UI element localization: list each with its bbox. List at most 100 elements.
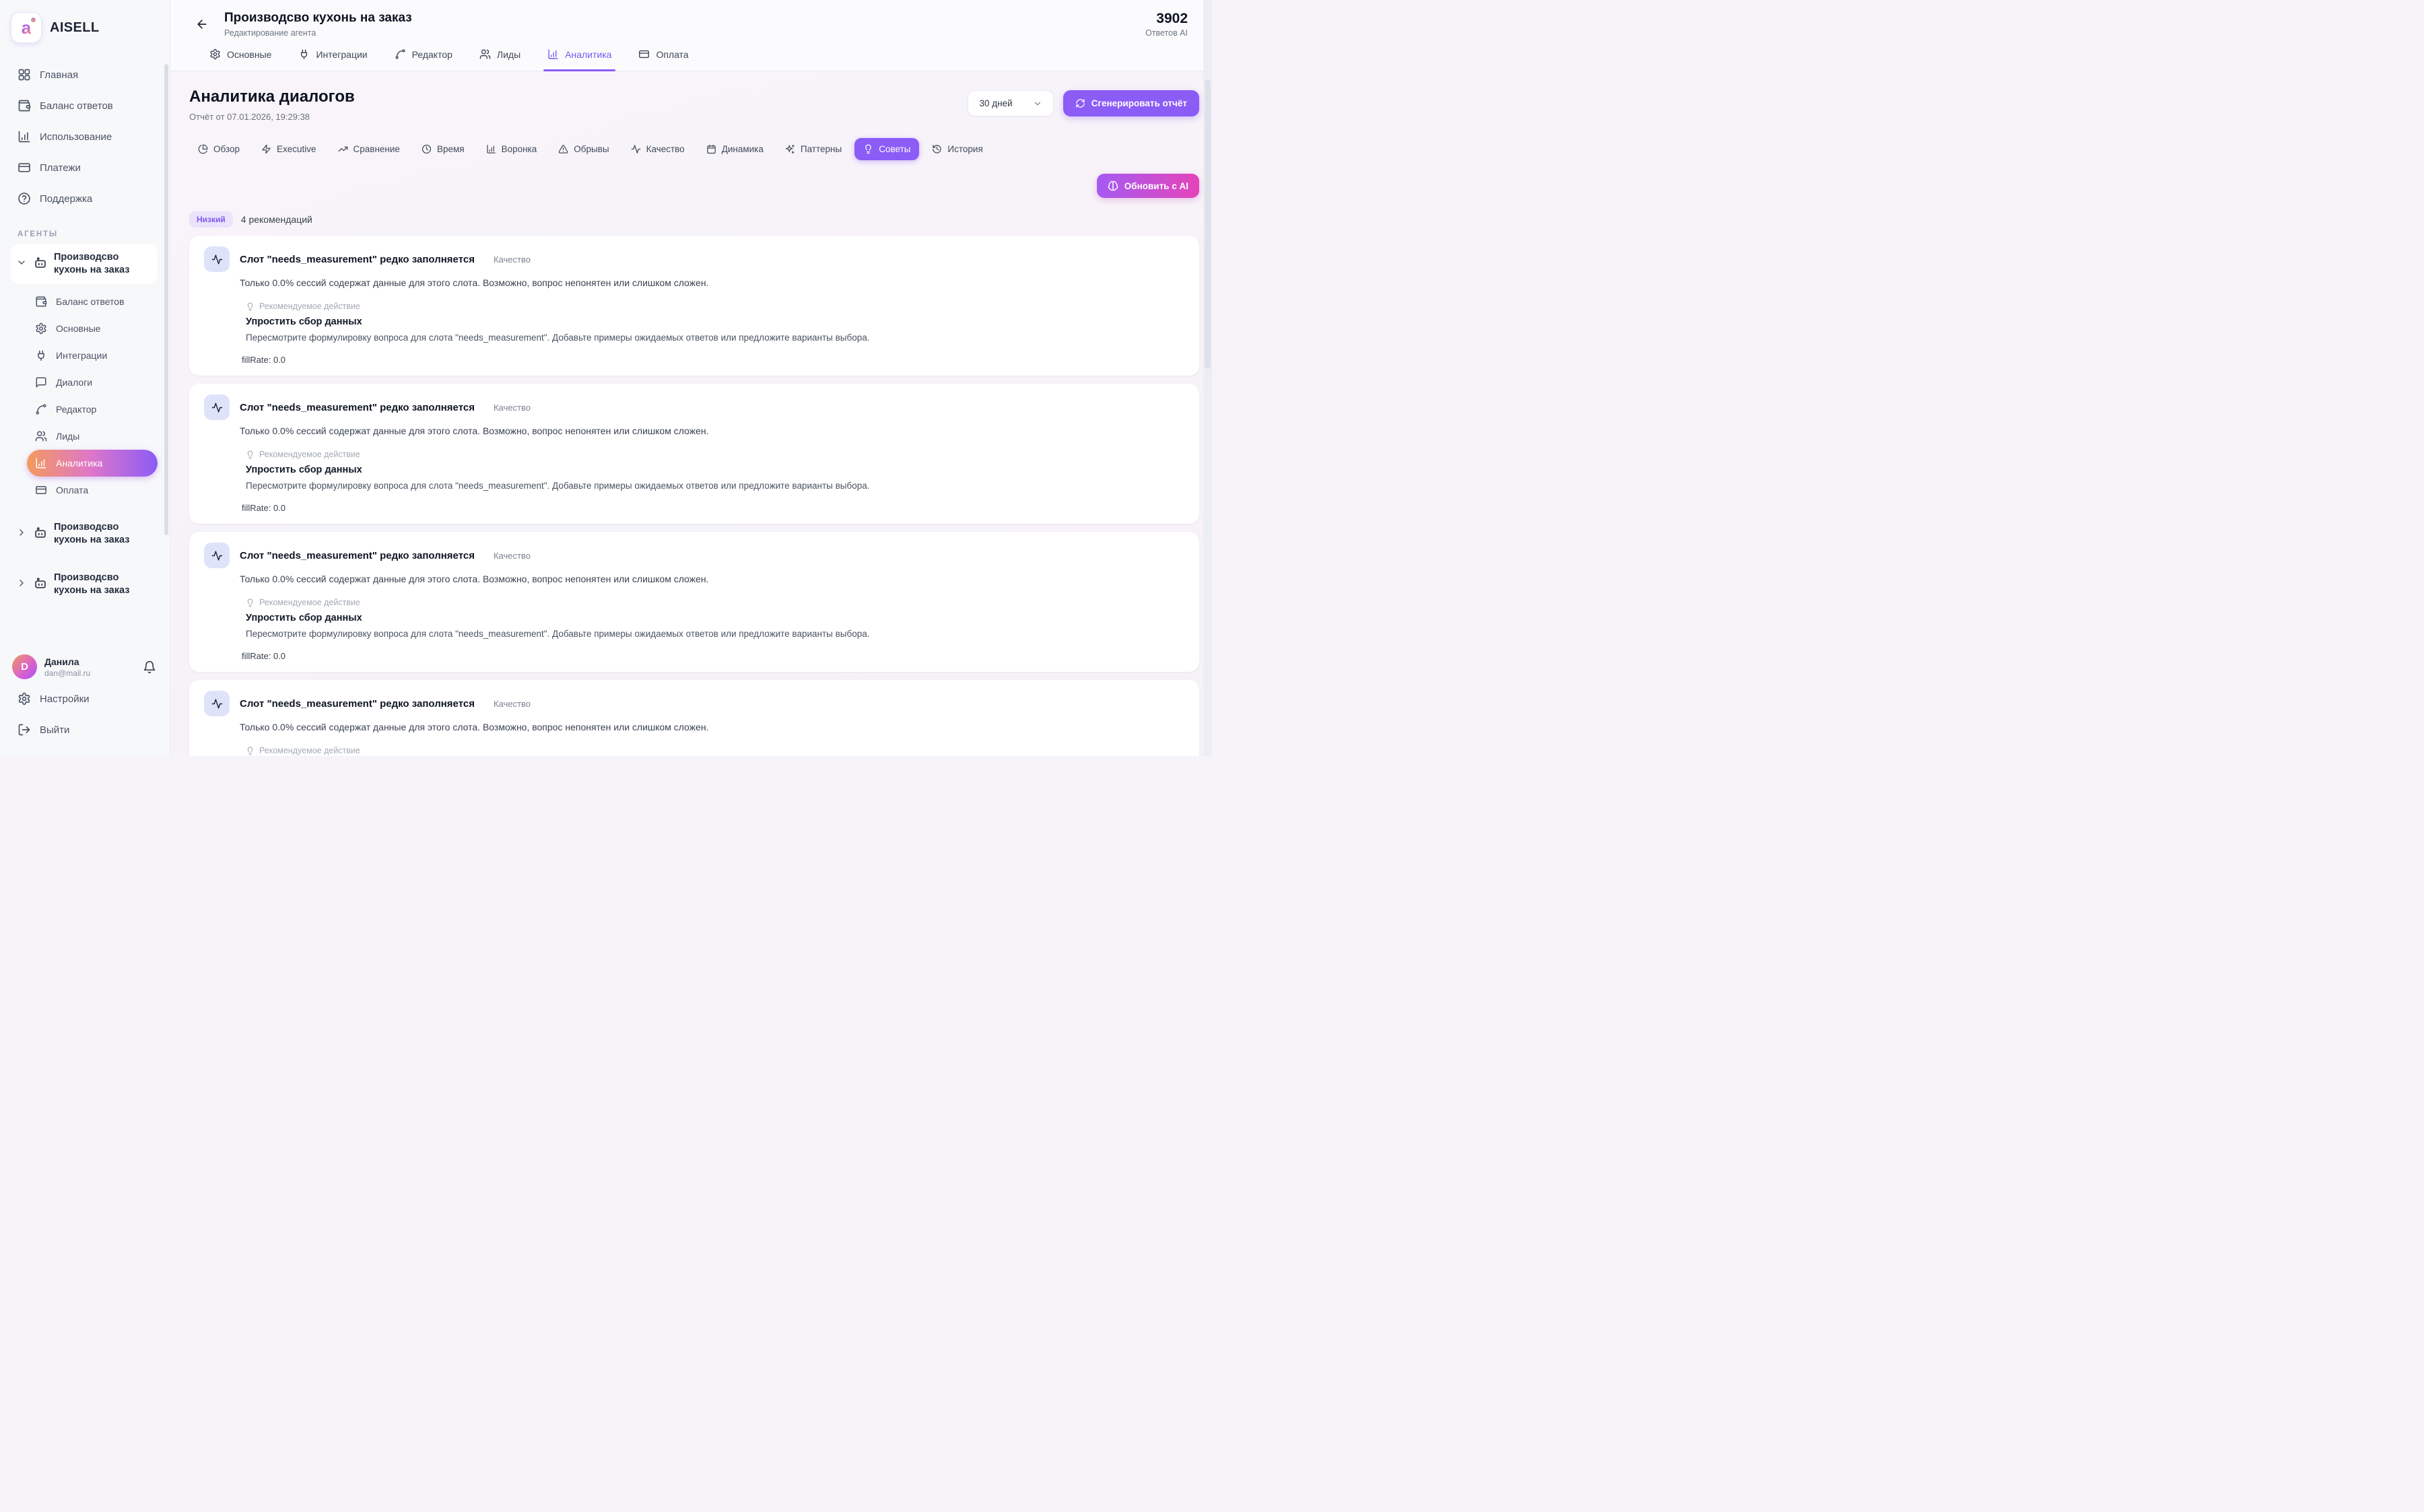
- sidebar-item-settings[interactable]: Настройки: [11, 683, 158, 714]
- recommendation-card: Слот "needs_measurement" редко заполняет…: [189, 680, 1199, 756]
- bot-icon: [33, 576, 48, 590]
- tab-payment[interactable]: Оплата: [638, 48, 688, 71]
- tab-editor[interactable]: Редактор: [395, 48, 452, 71]
- generate-report-button[interactable]: Сгенерировать отчёт: [1063, 90, 1199, 116]
- bell-icon[interactable]: [143, 660, 156, 674]
- chevron-right-icon: [16, 578, 27, 588]
- sidebar-agent-expanded[interactable]: Производсво кухонь на заказ: [11, 244, 158, 284]
- tab-general[interactable]: Основные: [209, 48, 271, 71]
- sidebar-subitem-editor[interactable]: Редактор: [27, 396, 158, 423]
- alert-triangle-icon: [558, 144, 568, 154]
- user-profile[interactable]: D Данила dan@mail.ru: [11, 650, 158, 683]
- subtab-label: Сравнение: [354, 144, 400, 154]
- recommended-action-label: Рекомендуемое действие: [259, 746, 360, 755]
- sidebar-item-usage[interactable]: Использование: [11, 121, 158, 152]
- card-description: Только 0.0% сессий содержат данные для э…: [240, 277, 1183, 288]
- chevron-down-icon: [1033, 99, 1042, 108]
- activity-tile-icon: [204, 246, 230, 272]
- sidebar-agent-collapsed[interactable]: Производсво кухонь на заказ: [11, 565, 158, 604]
- gear-icon: [209, 48, 221, 60]
- sidebar-subitem-label: Интеграции: [56, 350, 107, 361]
- subtab-time[interactable]: Время: [413, 138, 473, 160]
- sparkles-icon: [785, 144, 795, 154]
- sidebar-scrollbar[interactable]: [164, 64, 168, 535]
- activity-tile-icon: [204, 394, 230, 420]
- tab-integrations[interactable]: Интеграции: [298, 48, 367, 71]
- sidebar-subitem-label: Основные: [56, 323, 100, 334]
- sidebar-item-home[interactable]: Главная: [11, 59, 158, 90]
- window-scrollbar[interactable]: [1203, 0, 1212, 756]
- wallet-icon: [35, 296, 47, 308]
- funnel-chart-icon: [486, 144, 496, 154]
- lightbulb-icon: [246, 747, 255, 755]
- subtab-dropoffs[interactable]: Обрывы: [549, 138, 617, 160]
- card-category: Качество: [494, 699, 531, 709]
- gear-icon: [35, 322, 47, 335]
- generate-report-label: Сгенерировать отчёт: [1091, 98, 1187, 108]
- action-title: Упростить сбор данных: [246, 465, 1183, 475]
- subtab-tips[interactable]: Советы: [854, 138, 919, 160]
- subtab-quality[interactable]: Качество: [622, 138, 694, 160]
- brand-logo-dot-icon: [31, 18, 36, 22]
- subtab-patterns[interactable]: Паттерны: [776, 138, 850, 160]
- period-select[interactable]: 30 дней: [968, 90, 1053, 116]
- subtab-executive[interactable]: Executive: [252, 138, 325, 160]
- stat-label: Ответов AI: [1145, 28, 1188, 38]
- sidebar-subitem-leads[interactable]: Лиды: [27, 423, 158, 450]
- brand: a AISELL: [11, 12, 158, 43]
- plug-icon: [298, 48, 310, 60]
- fill-rate-metric: fillRate: 0.0: [242, 503, 1183, 513]
- action-description: Пересмотрите формулировку вопроса для сл…: [246, 481, 1183, 491]
- plug-icon: [35, 349, 47, 362]
- sidebar-subitem-analytics[interactable]: Аналитика: [27, 450, 158, 477]
- activity-icon: [211, 698, 223, 710]
- subtab-overview[interactable]: Обзор: [189, 138, 248, 160]
- wallet-icon: [18, 99, 31, 112]
- tab-leads[interactable]: Лиды: [479, 48, 520, 71]
- back-button[interactable]: [191, 13, 213, 36]
- sidebar-item-balance[interactable]: Баланс ответов: [11, 90, 158, 121]
- subtab-history[interactable]: История: [923, 138, 991, 160]
- arrow-left-icon: [195, 18, 209, 31]
- refresh-icon: [1075, 98, 1085, 108]
- sidebar-subitem-dialogs[interactable]: Диалоги: [27, 369, 158, 396]
- agent-tabs: Основные Интеграции Редактор Лиды Аналит…: [209, 48, 1188, 71]
- card-title: Слот "needs_measurement" редко заполняет…: [240, 698, 475, 710]
- tab-label: Основные: [227, 49, 271, 60]
- sidebar-agent-collapsed[interactable]: Производсво кухонь на заказ: [11, 514, 158, 553]
- sidebar-item-support[interactable]: Поддержка: [11, 183, 158, 214]
- sidebar-subitem-general[interactable]: Основные: [27, 315, 158, 342]
- analytics-chart-icon: [35, 457, 47, 469]
- chevron-down-icon: [16, 257, 27, 268]
- help-icon: [18, 192, 31, 205]
- editor-icon: [35, 403, 47, 415]
- brand-name: AISELL: [50, 20, 100, 36]
- update-with-ai-button[interactable]: Обновить с AI: [1097, 174, 1199, 198]
- card-description: Только 0.0% сессий содержат данные для э…: [240, 722, 1183, 732]
- analytics-subtabs: Обзор Executive Сравнение Время Воронка: [189, 138, 1199, 160]
- pie-chart-icon: [198, 144, 208, 154]
- subtab-funnel[interactable]: Воронка: [477, 138, 546, 160]
- activity-icon: [211, 254, 223, 265]
- editor-icon: [395, 48, 406, 60]
- sidebar-subitem-balance[interactable]: Баланс ответов: [27, 288, 158, 315]
- sidebar-subitem-payment[interactable]: Оплата: [27, 477, 158, 504]
- subtab-label: Обзор: [213, 144, 240, 154]
- sidebar-item-logout[interactable]: Выйти: [11, 714, 158, 745]
- sidebar-subitem-integrations[interactable]: Интеграции: [27, 342, 158, 369]
- tab-label: Аналитика: [565, 49, 611, 60]
- subtab-dynamics[interactable]: Динамика: [698, 138, 772, 160]
- card-category: Качество: [494, 403, 531, 413]
- recommended-action-label: Рекомендуемое действие: [259, 450, 360, 459]
- credit-card-icon: [35, 484, 47, 496]
- main-area: Производсво кухонь на заказ Редактирован…: [170, 0, 1212, 756]
- sidebar-item-payments[interactable]: Платежи: [11, 152, 158, 183]
- agent-name: Производсво кухонь на заказ: [54, 572, 152, 597]
- window-scrollbar-thumb[interactable]: [1205, 79, 1211, 369]
- tab-label: Лиды: [497, 49, 520, 60]
- subtab-comparison[interactable]: Сравнение: [329, 138, 409, 160]
- tab-analytics[interactable]: Аналитика: [547, 48, 611, 71]
- chat-icon: [35, 376, 47, 388]
- sidebar-item-label: Поддержка: [40, 193, 92, 205]
- user-name: Данила: [44, 656, 90, 667]
